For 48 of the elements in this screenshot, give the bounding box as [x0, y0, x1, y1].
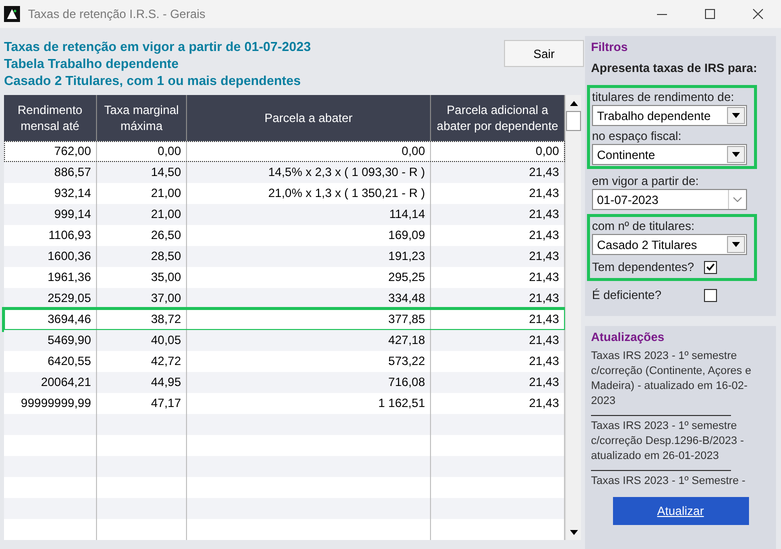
table-row[interactable]: 999,14 21,00 114,14 21,43 — [4, 204, 565, 225]
table-row[interactable]: 5469,90 40,05 427,18 21,43 — [4, 330, 565, 351]
chevron-down-icon — [733, 197, 742, 202]
scroll-thumb[interactable] — [566, 111, 581, 131]
update-note: Taxas IRS 2023 - 1º Semestre - — [591, 474, 746, 489]
heading-line: Tabela Trabalho dependente — [4, 55, 180, 72]
app-logo-icon — [4, 6, 20, 22]
field-label: no espaço fiscal: — [592, 128, 682, 144]
panel-subtitle: Apresenta taxas de IRS para: — [591, 60, 758, 77]
panel-title: Filtros — [591, 39, 629, 56]
table-row[interactable]: 2529,05 37,00 334,48 21,43 — [4, 288, 565, 309]
scrollbar[interactable] — [565, 95, 581, 540]
table-row[interactable]: 762,00 0,00 0,00 0,00 — [4, 141, 565, 162]
checkbox[interactable] — [704, 260, 717, 274]
table-row[interactable]: 99999999,99 47,17 1 162,51 21,43 — [4, 393, 565, 414]
dropdown[interactable]: 01-07-2023 — [592, 189, 747, 210]
checkbox-label: É deficiente? — [592, 287, 662, 304]
field-label: com nº de titulares: — [592, 218, 696, 234]
table-row[interactable]: 6420,55 42,72 573,22 21,43 — [4, 351, 565, 372]
dropdown-arrow-icon — [732, 242, 740, 247]
dropdown-arrow-icon — [732, 152, 740, 157]
scroll-up-icon[interactable] — [570, 100, 578, 106]
table-row[interactable]: 886,57 14,50 14,5% x 2,3 x ( 1 093,30 - R ) 21,43 — [4, 162, 565, 183]
dropdown-arrow-icon — [732, 113, 740, 118]
maximize-icon[interactable] — [705, 9, 715, 19]
field-label: em vigor a partir de: — [592, 173, 700, 189]
field-label: titulares de rendimento de: — [592, 89, 736, 105]
panel-title: Atualizações — [591, 329, 666, 346]
table-row[interactable]: 3694,46 38,72 377,85 21,43 — [4, 309, 565, 330]
table-row[interactable]: 1961,36 35,00 295,25 21,43 — [4, 267, 565, 288]
update-note: Taxas IRS 2023 - 1º semestre c/correção Desp.1296-B/2023 - atualizado em 26-01-2023 — [591, 419, 745, 464]
dropdown[interactable]: Trabalho dependente — [592, 105, 747, 126]
close-icon[interactable] — [753, 9, 763, 19]
dropdown[interactable]: Casado 2 Titulares — [592, 234, 747, 255]
heading-line: Casado 2 Titulares, com 1 ou mais dependentes — [4, 72, 302, 89]
table-row[interactable]: 20064,21 44,95 716,08 21,43 — [4, 372, 565, 393]
table-row[interactable]: 932,14 21,00 21,0% x 1,3 x ( 1 350,21 - R ) 21,43 — [4, 183, 565, 204]
table-row[interactable]: 1600,36 28,50 191,23 21,43 — [4, 246, 565, 267]
checkbox-label: Tem dependentes? — [592, 259, 694, 276]
exit-button[interactable]: Sair — [504, 40, 584, 67]
window-title: Taxas de retenção I.R.S. - Gerais — [28, 6, 206, 23]
update-note: Taxas IRS 2023 - 1º semestre c/correção (Continente, Açores e Madeira) - atualizado em 16-02-2023 — [591, 349, 752, 409]
update-button[interactable]: Atualizar — [612, 497, 748, 525]
dropdown-arrow-icon — [570, 530, 578, 534]
table-row[interactable]: 1106,93 26,50 169,09 21,43 — [4, 225, 565, 246]
checkbox[interactable] — [704, 288, 717, 302]
dropdown[interactable]: Continente — [592, 144, 747, 165]
heading-line: Taxas de retenção em vigor a partir de 01-07-2023 — [4, 38, 312, 55]
